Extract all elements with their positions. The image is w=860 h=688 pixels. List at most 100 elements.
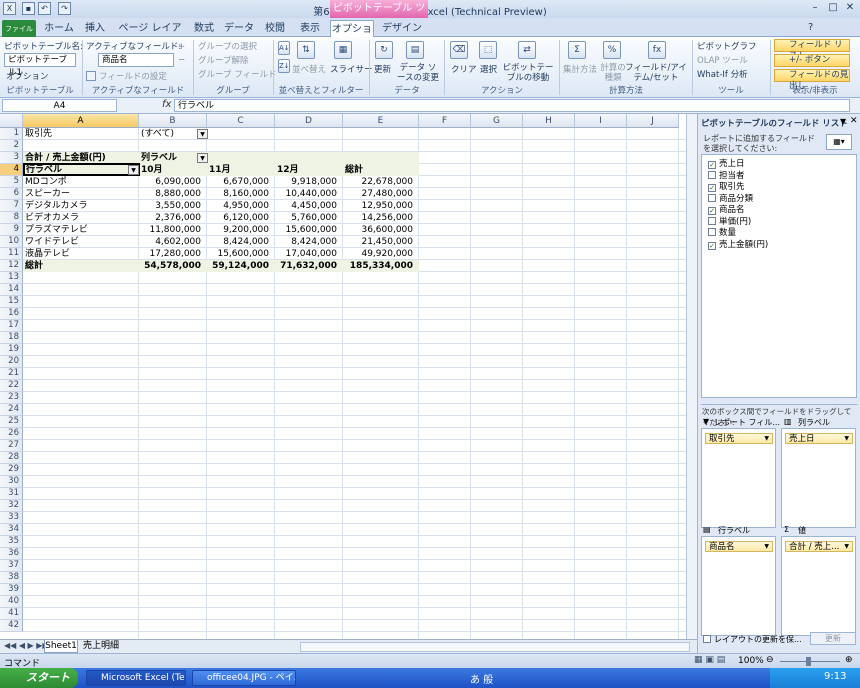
tab-design[interactable]: デザイン [382,20,422,37]
checkbox-icon[interactable] [703,635,711,643]
olap-tools-button[interactable]: OLAP ツール [697,54,748,66]
row-header[interactable]: 15 [0,296,23,308]
row-header[interactable]: 37 [0,560,23,572]
sheet-tab-sales[interactable]: 売上明細 [80,640,122,653]
chip-dropdown-icon[interactable]: ▼ [764,434,769,444]
pane-close-icon[interactable]: ✕ [850,116,858,126]
group-field-button[interactable]: グループ フィールド [198,68,277,80]
fields-items-icon[interactable]: fx [648,41,666,59]
chip-dropdown-icon[interactable]: ▼ [844,434,849,444]
row-header[interactable]: 18 [0,332,23,344]
fx-icon[interactable]: fx [162,99,171,110]
row-header[interactable]: 27 [0,440,23,452]
select-all-corner[interactable] [0,114,23,128]
start-button[interactable]: スタート [0,668,78,688]
column-header[interactable]: A [23,114,139,128]
active-field-input[interactable]: 商品名 [98,53,174,67]
row-header[interactable]: 33 [0,512,23,524]
maximize-icon[interactable]: □ [826,1,840,15]
row-labels-chip[interactable]: 商品名 ▼ [705,541,773,552]
row-header[interactable]: 16 [0,308,23,320]
collapse-field-icon[interactable]: − [178,55,185,65]
checkbox-icon[interactable] [708,193,716,202]
column-labels-chip[interactable]: 売上日 ▼ [785,433,853,444]
row-labels-area[interactable]: 商品名 ▼ [701,536,776,636]
ungroup-button[interactable]: グループ解除 [198,54,249,66]
field-item[interactable]: 商品分類 [708,193,753,205]
row-header[interactable]: 34 [0,524,23,536]
help-icon[interactable]: ? [808,22,813,33]
row-header[interactable]: 23 [0,392,23,404]
select-icon[interactable]: ⬚ [479,41,497,59]
row-header[interactable]: 30 [0,476,23,488]
filter-dropdown-button[interactable]: ▼ [197,129,208,139]
row-header[interactable]: 36 [0,548,23,560]
ime-indicator[interactable]: あ 般 [470,671,493,686]
update-button[interactable]: 更新 [810,632,856,645]
row-header[interactable]: 14 [0,284,23,296]
change-source-button[interactable]: データ ソースの変更 [396,63,440,83]
sort-za-icon[interactable]: Z↓ [278,59,290,73]
chip-dropdown-icon[interactable]: ▼ [844,542,849,552]
field-headers-toggle[interactable]: フィールドの見出し [774,69,850,91]
select-button[interactable]: 選択 [480,63,497,75]
row-header[interactable]: 11 [0,248,23,260]
row-header[interactable]: 7 [0,200,23,212]
chip-dropdown-icon[interactable]: ▼ [764,542,769,552]
sheet-tab-sheet1[interactable]: Sheet1 [44,640,78,653]
values-area[interactable]: 合計 / 売上... ▼ [781,536,856,636]
row-header[interactable]: 35 [0,536,23,548]
slicer-icon[interactable]: ▦ [334,41,352,59]
refresh-icon[interactable]: ↻ [375,41,393,59]
row-header[interactable]: 29 [0,464,23,476]
row-header[interactable]: 19 [0,344,23,356]
tab-data[interactable]: データ [224,20,254,37]
fields-items-button[interactable]: フィールド/アイテム/セット [624,63,688,83]
slicer-button[interactable]: スライサー [330,63,373,75]
column-header[interactable]: F [419,114,471,128]
field-item[interactable]: 担当者 [708,170,745,182]
zoom-level[interactable]: 100% [738,656,764,666]
row-header[interactable]: 40 [0,596,23,608]
checkbox-checked-icon[interactable]: ✓ [708,241,716,250]
move-pivot-button[interactable]: ピボットテーブルの移動 [502,63,554,83]
checkbox-icon[interactable] [708,228,716,236]
horizontal-scrollbar[interactable] [300,642,690,652]
row-header[interactable]: 1 [0,128,23,140]
tab-home[interactable]: ホーム [42,20,76,37]
taskbar-excel[interactable]: Microsoft Excel (Tec... [86,670,186,686]
row-header[interactable]: 12 [0,260,23,272]
column-header[interactable]: I [575,114,627,128]
worksheet-grid[interactable]: ABCDEFGHIJ 1 2 3 4 5 6 7 8 9 10 11 12 13 14 15 16 17 18 19… [0,114,686,639]
row-header[interactable]: 22 [0,380,23,392]
pivottable-name-input[interactable]: ピボットテーブル1 [4,53,76,78]
checkbox-checked-icon[interactable]: ✓ [708,161,716,169]
sort-button[interactable]: 並べ替え [292,63,326,75]
sheet-nav-icon[interactable]: ◀◀ ◀ ▶ ▶▶ [4,641,49,650]
defer-update-checkbox[interactable]: レイアウトの更新を保... [703,634,802,645]
field-item[interactable]: 単価(円) [708,216,751,228]
pane-dropdown-icon[interactable]: ▼ [840,117,846,126]
zoom-slider-thumb[interactable] [806,657,811,666]
row-header[interactable]: 4 [0,164,23,176]
column-labels-area[interactable]: 売上日 ▼ [781,428,856,528]
tab-formulas[interactable]: 数式 [192,20,216,37]
row-labels-dropdown[interactable]: ▼ [128,165,139,175]
column-header[interactable]: C [207,114,275,128]
taskbar-paint[interactable]: officee04.JPG - ペイ... [192,670,296,686]
layout-options-button[interactable]: ▦▾ [826,134,852,150]
pivot-row-labels[interactable]: 行ラベル [23,163,140,176]
column-labels-dropdown[interactable]: ▼ [197,153,208,163]
report-filter-area[interactable]: 取引先 ▼ [701,428,776,528]
clear-button[interactable]: クリア [451,63,477,75]
row-header[interactable]: 9 [0,224,23,236]
row-header[interactable]: 2 [0,140,23,152]
report-filter-chip[interactable]: 取引先 ▼ [705,433,773,444]
checkbox-checked-icon[interactable]: ✓ [708,184,716,192]
column-header[interactable]: H [523,114,575,128]
row-header[interactable]: 10 [0,236,23,248]
row-header[interactable]: 32 [0,500,23,512]
pivot-chart-button[interactable]: ピボットグラフ [697,40,757,52]
row-header[interactable]: 41 [0,608,23,620]
column-header[interactable]: E [343,114,419,128]
